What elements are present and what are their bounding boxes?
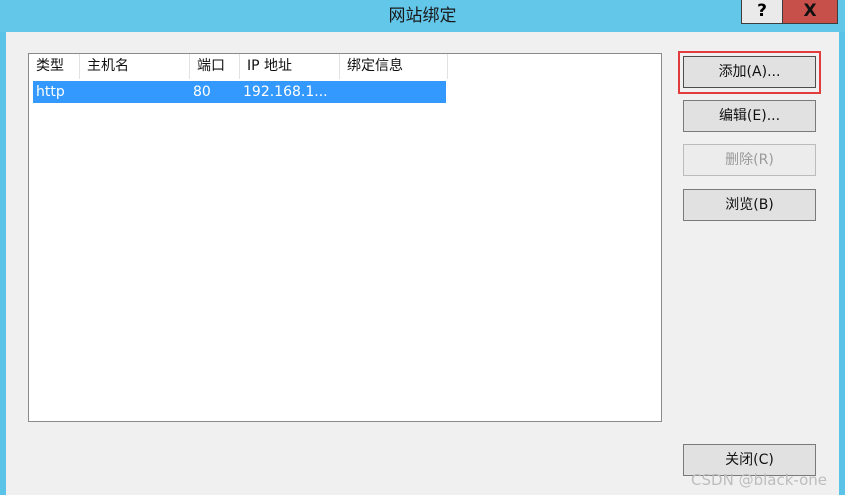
column-header-hostname[interactable]: 主机名: [80, 54, 190, 79]
edit-button[interactable]: 编辑(E)...: [683, 100, 816, 132]
cell-hostname: [80, 81, 190, 103]
add-button[interactable]: 添加(A)...: [683, 56, 816, 88]
column-header-port[interactable]: 端口: [190, 54, 240, 79]
cell-port: 80: [193, 84, 211, 100]
column-header-binding-info[interactable]: 绑定信息: [340, 54, 448, 79]
close-window-button[interactable]: X: [783, 0, 838, 24]
dialog-title: 网站绑定: [388, 6, 457, 26]
help-button[interactable]: ?: [741, 0, 783, 24]
cell-binding-info: [340, 81, 446, 103]
watermark: CSDN @black-one: [691, 471, 827, 489]
browse-button[interactable]: 浏览(B): [683, 189, 816, 221]
dialog-body: 类型 主机名 端口 IP 地址 绑定信息 http 80 192.168.1..…: [6, 32, 839, 495]
table-row[interactable]: http 80 192.168.1...: [33, 81, 446, 103]
column-header-type[interactable]: 类型: [29, 54, 80, 79]
bindings-list[interactable]: 类型 主机名 端口 IP 地址 绑定信息 http 80 192.168.1..…: [28, 53, 662, 422]
list-header: 类型 主机名 端口 IP 地址 绑定信息: [29, 54, 661, 79]
delete-button[interactable]: 删除(R): [683, 144, 816, 176]
column-header-ip[interactable]: IP 地址: [240, 54, 340, 79]
cell-ip: 192.168.1...: [243, 84, 328, 100]
cell-type: http: [36, 84, 65, 100]
